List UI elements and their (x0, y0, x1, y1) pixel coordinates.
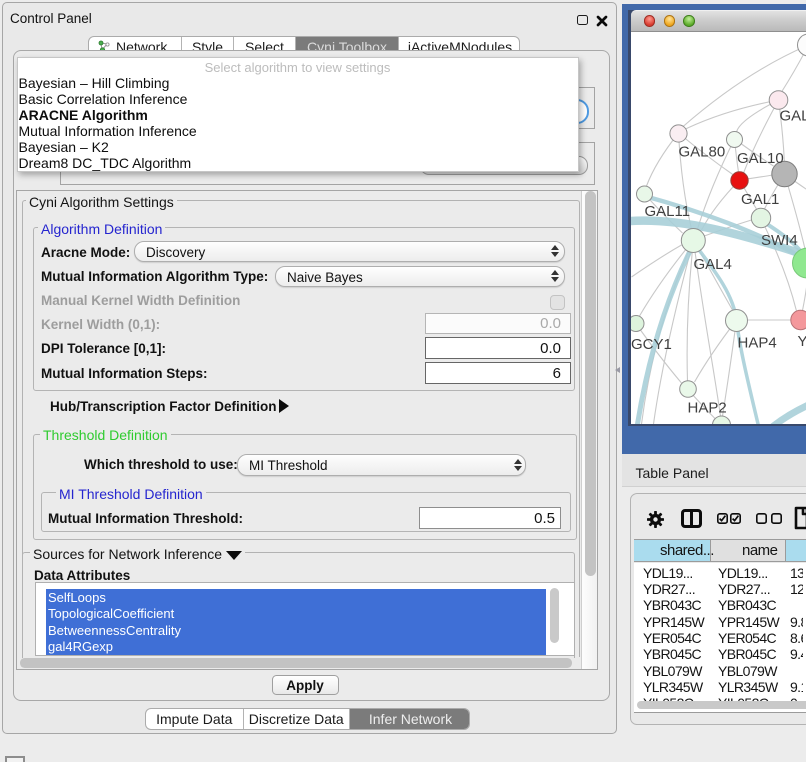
svg-text:Y: Y (797, 333, 806, 350)
svg-text:GAL80: GAL80 (678, 144, 725, 161)
svg-text:GAL4: GAL4 (693, 256, 731, 273)
svg-text:GAL: GAL (779, 108, 806, 125)
svg-text:GAL10: GAL10 (737, 150, 784, 167)
svg-text:HAP4: HAP4 (737, 335, 776, 352)
svg-text:HAP2: HAP2 (687, 400, 726, 417)
svg-text:GCY1: GCY1 (631, 336, 672, 353)
svg-text:GAL11: GAL11 (644, 203, 690, 220)
svg-text:GAL1: GAL1 (741, 191, 779, 208)
svg-text:SWI4: SWI4 (761, 232, 798, 249)
